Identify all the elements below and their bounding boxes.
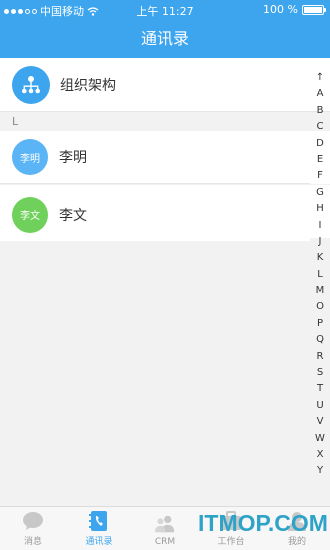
index-letter[interactable]: ↑ [316,70,324,86]
index-letter[interactable]: G [316,185,324,201]
index-letter[interactable]: W [315,431,325,447]
index-letter[interactable]: I [319,218,322,234]
address-book-icon [88,510,110,532]
status-bar: 中国移动 上午 11:27 100 % [0,0,330,20]
people-icon [154,513,176,535]
index-letter[interactable]: X [317,447,324,463]
avatar: 李文 [12,196,48,233]
index-letter[interactable]: J [319,234,322,250]
contact-name: 李文 [59,207,87,224]
battery-icon [302,4,326,15]
tab-messages[interactable]: 消息 [0,507,66,550]
contact-row-liwen[interactable]: 李文 李文 [0,188,310,241]
index-letter[interactable]: F [317,168,323,184]
index-letter[interactable]: E [317,152,323,168]
tab-label: CRM [154,537,176,547]
org-structure-label: 组织架构 [60,77,116,94]
tab-crm[interactable]: CRM [132,507,198,550]
index-letter[interactable]: V [317,414,324,430]
index-letter[interactable]: M [316,283,325,299]
alphabet-index[interactable]: ↑ A B C D E F G H I J K L M O P Q R S T U V W X Y [310,70,330,480]
battery-percent: 100 % [263,3,298,16]
avatar: 李明 [12,139,48,175]
index-letter[interactable]: R [317,349,324,365]
index-letter[interactable]: A [317,86,324,102]
tab-label: 通讯录 [85,537,113,547]
index-letter[interactable]: P [317,316,323,332]
tab-contacts[interactable]: 通讯录 [66,507,132,550]
index-letter[interactable]: D [316,136,324,152]
org-structure-row[interactable]: 组织架构 [0,58,330,112]
tab-label: 消息 [23,537,42,547]
index-letter[interactable]: L [317,267,323,283]
index-letter[interactable]: T [317,381,323,397]
contact-name: 李明 [59,150,87,166]
contact-row-liming[interactable]: 李明 李明 [0,131,310,184]
index-letter[interactable]: H [316,201,324,217]
section-header-l: L [0,113,330,131]
watermark-logo: ITMOP.COM [198,510,328,536]
battery-area: 100 % [263,3,326,16]
page-title: 通讯录 [0,20,330,58]
index-letter[interactable]: O [316,299,324,315]
index-letter[interactable]: S [317,365,323,381]
index-letter[interactable]: Q [316,332,324,348]
chat-bubble-icon [22,510,44,532]
index-letter[interactable]: U [316,398,323,414]
index-letter[interactable]: K [317,250,324,266]
index-letter[interactable]: Y [317,463,323,479]
index-letter[interactable]: C [317,119,324,135]
org-chart-icon [12,65,50,104]
index-letter[interactable]: B [317,103,324,119]
